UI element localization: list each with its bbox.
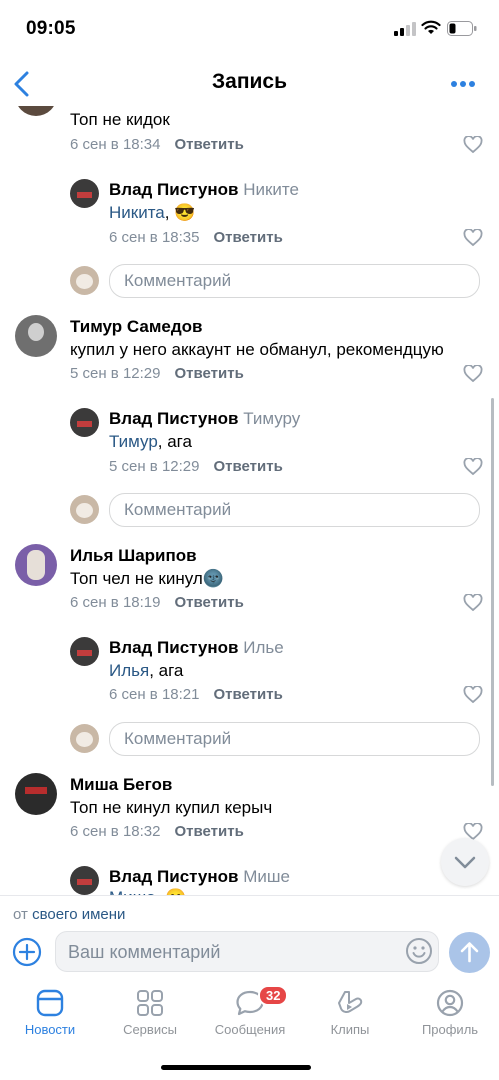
comment-meta: 6 сен в 18:35 Ответить [109, 229, 283, 246]
avatar[interactable] [70, 637, 99, 666]
avatar[interactable] [70, 408, 99, 437]
comment-meta: 6 сен в 18:34 Ответить [70, 136, 244, 153]
chevron-down-icon [454, 856, 476, 869]
comments-thread: Топ не кидок 6 сен в 18:34 Ответить Влад … [0, 106, 499, 896]
comment-author: Влад Пистунов Тимуру [109, 409, 301, 428]
reply-button[interactable]: Ответить [213, 458, 282, 475]
reply-comment-input[interactable]: Комментарий [109, 264, 480, 298]
comment-time: 6 сен в 18:32 [70, 823, 161, 840]
unread-badge: 32 [258, 985, 289, 1006]
like-heart-icon[interactable] [463, 686, 483, 704]
comment-author: Миша Бегов [70, 775, 173, 794]
news-icon [36, 989, 64, 1017]
like-heart-icon[interactable] [463, 136, 483, 154]
page-title: Запись [211, 70, 288, 93]
tab-label: Клипы [330, 1022, 370, 1037]
my-avatar [70, 724, 99, 753]
reply-comment-input[interactable]: Комментарий [109, 493, 480, 527]
comment-author: Влад Пистунов Мише [109, 867, 290, 886]
scroll-down-button[interactable] [441, 838, 489, 886]
reply-comment-input[interactable]: Комментарий [109, 722, 480, 756]
post-as-selector[interactable]: от своего имени [13, 906, 125, 923]
my-avatar [70, 266, 99, 295]
tab-profile[interactable]: Профиль [400, 987, 499, 1042]
avatar[interactable] [15, 544, 57, 586]
home-indicator [161, 1065, 311, 1070]
comment-time: 5 сен в 12:29 [109, 458, 200, 475]
reply-button[interactable]: Ответить [174, 136, 243, 153]
tab-services[interactable]: Сервисы [100, 987, 200, 1042]
clips-icon [338, 991, 363, 1014]
comment-text: Тимур, ага [109, 432, 192, 451]
comment-time: 6 сен в 18:34 [70, 136, 161, 153]
reply-to: Никите [243, 180, 299, 199]
avatar[interactable] [15, 773, 57, 815]
tab-label: Сообщения [214, 1022, 286, 1037]
comment-time: 6 сен в 18:19 [70, 594, 161, 611]
comment-meta: 6 сен в 18:21 Ответить [109, 686, 283, 703]
comment-author: Илья Шарипов [70, 546, 197, 565]
comment-input-placeholder: Ваш комментарий [68, 942, 221, 962]
avatar[interactable] [15, 315, 57, 357]
avatar[interactable] [70, 179, 99, 208]
arrow-up-icon [460, 942, 479, 963]
add-attachment-icon[interactable] [12, 937, 42, 967]
reply-button[interactable]: Ответить [213, 686, 282, 703]
reply-to: Тимуру [243, 409, 301, 428]
comment-time: 6 сен в 18:21 [109, 686, 200, 703]
comment-meta: 5 сен в 12:29 Ответить [70, 365, 244, 382]
reply-button[interactable]: Ответить [213, 229, 282, 246]
comment-author: Влад Пистунов Никите [109, 180, 299, 199]
cellular-signal-icon [394, 22, 416, 36]
comment-text: Топ не кинул купил керыч [70, 798, 273, 817]
avatar[interactable] [70, 866, 99, 895]
divider [0, 895, 499, 896]
wifi-icon [421, 20, 441, 34]
comment-meta: 6 сен в 18:32 Ответить [70, 823, 244, 840]
tab-label: Сервисы [123, 1022, 177, 1037]
scrollbar[interactable] [491, 398, 494, 786]
reply-to: Илье [243, 638, 284, 657]
profile-icon [436, 989, 464, 1017]
services-icon [137, 990, 163, 1016]
mention-link[interactable]: Илья [109, 661, 149, 680]
comment-text: Топ не кидок [70, 110, 170, 129]
tab-news[interactable]: Новости [0, 987, 100, 1042]
reply-button[interactable]: Ответить [174, 365, 243, 382]
tab-clips[interactable]: Клипы [300, 987, 400, 1042]
battery-icon [447, 21, 477, 36]
reply-button[interactable]: Ответить [174, 823, 243, 840]
mention-link[interactable]: Тимур [109, 432, 158, 451]
comment-text: Топ чел не кинул🌚 [70, 569, 224, 588]
avatar[interactable] [15, 106, 57, 116]
new-moon-emoji: 🌚 [202, 569, 224, 588]
comment-meta: 6 сен в 18:19 Ответить [70, 594, 244, 611]
like-heart-icon[interactable] [463, 594, 483, 612]
tab-label: Профиль [421, 1022, 479, 1037]
reply-to: Мише [243, 867, 290, 886]
comment-meta: 5 сен в 12:29 Ответить [109, 458, 283, 475]
more-icon[interactable] [450, 80, 476, 88]
comment-author: Тимур Самедов [70, 317, 203, 336]
status-time: 09:05 [26, 18, 76, 39]
tab-label: Новости [24, 1022, 76, 1037]
sunglasses-emoji: 😎 [174, 203, 196, 222]
comment-text: Илья, ага [109, 661, 184, 680]
mention-link[interactable]: Никита [109, 203, 165, 222]
comment-author: Влад Пистунов Илье [109, 638, 284, 657]
my-avatar [70, 495, 99, 524]
comment-time: 6 сен в 18:35 [109, 229, 200, 246]
comment-text: купил у него аккаунт не обманул, рекомен… [70, 340, 444, 359]
comment-time: 5 сен в 12:29 [70, 365, 161, 382]
post-as-link[interactable]: своего имени [32, 906, 125, 923]
send-button[interactable] [449, 932, 490, 973]
emoji-picker-icon[interactable] [405, 937, 433, 965]
like-heart-icon[interactable] [463, 458, 483, 476]
reply-button[interactable]: Ответить [174, 594, 243, 611]
like-heart-icon[interactable] [463, 229, 483, 247]
comment-text: Никита, 😎 [109, 203, 196, 222]
like-heart-icon[interactable] [463, 365, 483, 383]
